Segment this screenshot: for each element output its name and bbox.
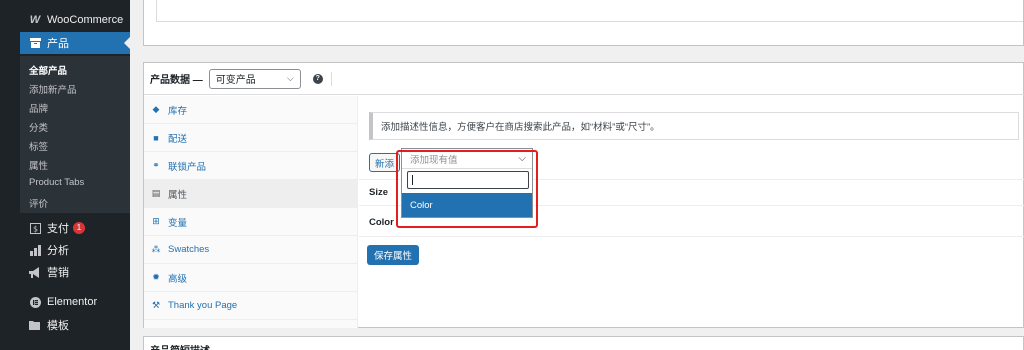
tab-attributes-label: 属性 <box>168 189 188 201</box>
archive-icon <box>28 36 42 50</box>
woocommerce-icon: W <box>29 14 41 26</box>
menu-payments[interactable]: $ 支付 1 <box>20 218 130 238</box>
attributes-notice: 添加描述性信息，方便客户在商店搜索此产品，如“材料”或“尺寸”。 <box>369 112 1019 140</box>
dollar-icon: $ <box>28 221 42 235</box>
menu-marketing-label: 营销 <box>47 267 69 279</box>
elementor-icon <box>28 295 42 309</box>
list-view-icon: ▤ <box>151 188 161 198</box>
payments-badge: 1 <box>73 222 85 234</box>
chevron-down-icon: ⌵ <box>286 72 294 83</box>
megaphone-icon <box>28 265 42 279</box>
submenu-tags[interactable]: 标签 <box>29 139 48 153</box>
wrench-icon: ⚒ <box>151 300 161 310</box>
product-data-panel: 产品数据 — 可变产品 ⌵ ? ◆ 库存 ■ 配送 ⚭ 联锁产品 ▤ 属性 ⊞ … <box>143 62 1024 328</box>
svg-text:$: $ <box>32 224 37 233</box>
folder-icon <box>28 318 42 332</box>
link-icon: ⚭ <box>152 160 160 170</box>
menu-woocommerce-label: WooCommerce <box>47 14 124 26</box>
tab-swatches[interactable]: ⁂ Swatches <box>144 236 358 264</box>
tab-thank-you-page-label: Thank you Page <box>168 300 238 311</box>
menu-analytics[interactable]: 分析 <box>20 240 130 260</box>
menu-templates[interactable]: 模板 <box>20 315 130 335</box>
tab-advanced-label: 高级 <box>168 273 188 285</box>
grid-icon: ⊞ <box>152 216 160 226</box>
tab-inventory[interactable]: ◆ 库存 <box>144 96 358 124</box>
top-metabox <box>143 0 1024 46</box>
tab-linked-products-label: 联锁产品 <box>168 161 207 173</box>
submenu-all-products[interactable]: 全部产品 <box>29 63 67 77</box>
short-description-panel: 产品简短描述 <box>143 336 1024 350</box>
save-attributes-button[interactable]: 保存属性 <box>367 245 420 265</box>
tab-variations-label: 变量 <box>168 217 188 229</box>
top-metabox-inner <box>156 0 1023 22</box>
swatches-icon: ⁂ <box>151 244 161 254</box>
bar-chart-icon <box>28 243 42 257</box>
truck-icon: ■ <box>153 132 159 143</box>
menu-templates-label: 模板 <box>47 320 69 332</box>
tab-inventory-label: 库存 <box>168 105 188 117</box>
attribute-color[interactable]: Color <box>369 217 394 228</box>
header-divider <box>330 71 332 86</box>
submenu-add-new[interactable]: 添加新产品 <box>29 82 77 96</box>
menu-products[interactable]: 产品 <box>20 32 130 54</box>
tab-variations[interactable]: ⊞ 变量 <box>144 208 358 236</box>
tab-attributes[interactable]: ▤ 属性 <box>144 180 358 208</box>
menu-elementor-label: Elementor <box>47 296 98 308</box>
tab-advanced[interactable]: ✹ 高级 <box>144 264 358 292</box>
menu-marketing[interactable]: 营销 <box>20 262 130 282</box>
product-type-select[interactable]: 可变产品 ⌵ <box>208 68 301 89</box>
attribute-size[interactable]: Size <box>369 187 388 198</box>
menu-products-label: 产品 <box>47 38 69 50</box>
products-submenu <box>20 56 130 213</box>
tab-swatches-label: Swatches <box>168 244 210 255</box>
submenu-categories[interactable]: 分类 <box>29 120 48 134</box>
submenu-product-tabs[interactable]: Product Tabs <box>29 177 84 188</box>
product-data-title: 产品数据 — <box>150 75 203 86</box>
product-data-tabs: ◆ 库存 ■ 配送 ⚭ 联锁产品 ▤ 属性 ⊞ 变量 ⁂ Swatches ✹ … <box>144 96 358 328</box>
red-highlight-box <box>396 150 538 228</box>
submenu-attributes[interactable]: 属性 <box>29 158 48 172</box>
tag-icon: ◆ <box>152 104 160 114</box>
menu-analytics-label: 分析 <box>47 245 69 257</box>
short-description-title: 产品简短描述 <box>150 342 210 350</box>
help-icon[interactable]: ? <box>312 73 323 84</box>
menu-elementor[interactable]: Elementor <box>20 292 130 312</box>
tab-linked-products[interactable]: ⚭ 联锁产品 <box>144 152 358 180</box>
tab-thank-you-page[interactable]: ⚒ Thank you Page <box>144 292 358 320</box>
gear-icon: ✹ <box>152 272 160 282</box>
submenu-brands[interactable]: 品牌 <box>29 101 48 115</box>
submenu-reviews[interactable]: 评价 <box>29 196 48 210</box>
product-type-value: 可变产品 <box>215 75 256 86</box>
product-data-header: 产品数据 — 可变产品 ⌵ ? <box>144 63 1024 95</box>
tab-shipping-label: 配送 <box>168 133 188 145</box>
menu-woocommerce[interactable]: W WooCommerce <box>20 9 130 31</box>
attribute-row-divider <box>359 236 1024 237</box>
tab-shipping[interactable]: ■ 配送 <box>144 124 358 152</box>
menu-payments-label: 支付 <box>47 223 69 235</box>
